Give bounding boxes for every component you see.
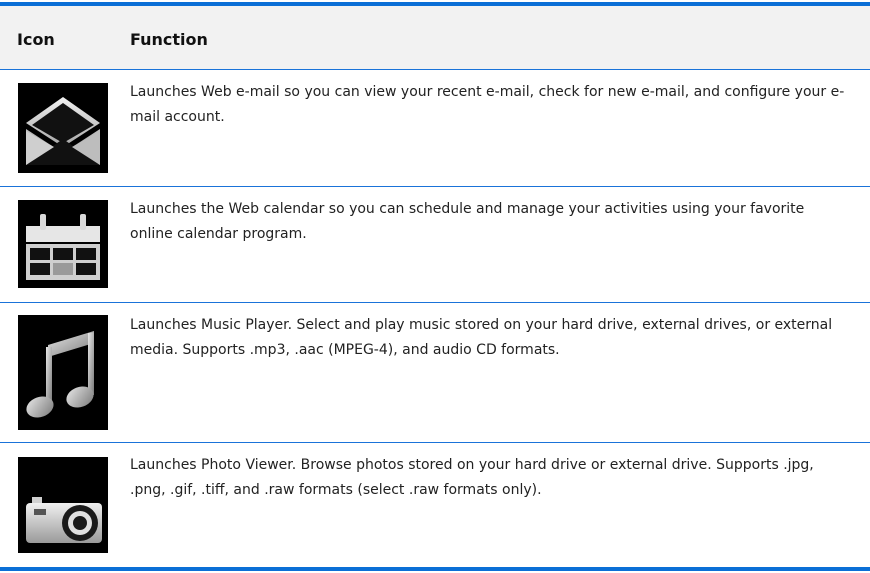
table-row-email: Launches Web e-mail so you can view your…	[0, 70, 870, 187]
row-description: Launches the Web calendar so you can sch…	[130, 201, 805, 242]
camera-icon	[18, 457, 108, 553]
table-row-music: Launches Music Player. Select and play m…	[0, 303, 870, 443]
header-icon-column: Icon	[17, 30, 55, 49]
table-bottom-rule	[0, 567, 870, 571]
table-header: Icon Function	[0, 6, 870, 70]
envelope-icon	[18, 83, 108, 173]
music-note-icon	[18, 315, 108, 430]
row-description: Launches Photo Viewer. Browse photos sto…	[130, 457, 814, 498]
table-row-calendar: Launches the Web calendar so you can sch…	[0, 187, 870, 303]
calendar-icon	[18, 200, 108, 288]
row-description: Launches Web e-mail so you can view your…	[130, 84, 845, 125]
table-row-camera: Launches Photo Viewer. Browse photos sto…	[0, 443, 870, 565]
header-function-column: Function	[130, 30, 208, 49]
row-description: Launches Music Player. Select and play m…	[130, 317, 833, 358]
